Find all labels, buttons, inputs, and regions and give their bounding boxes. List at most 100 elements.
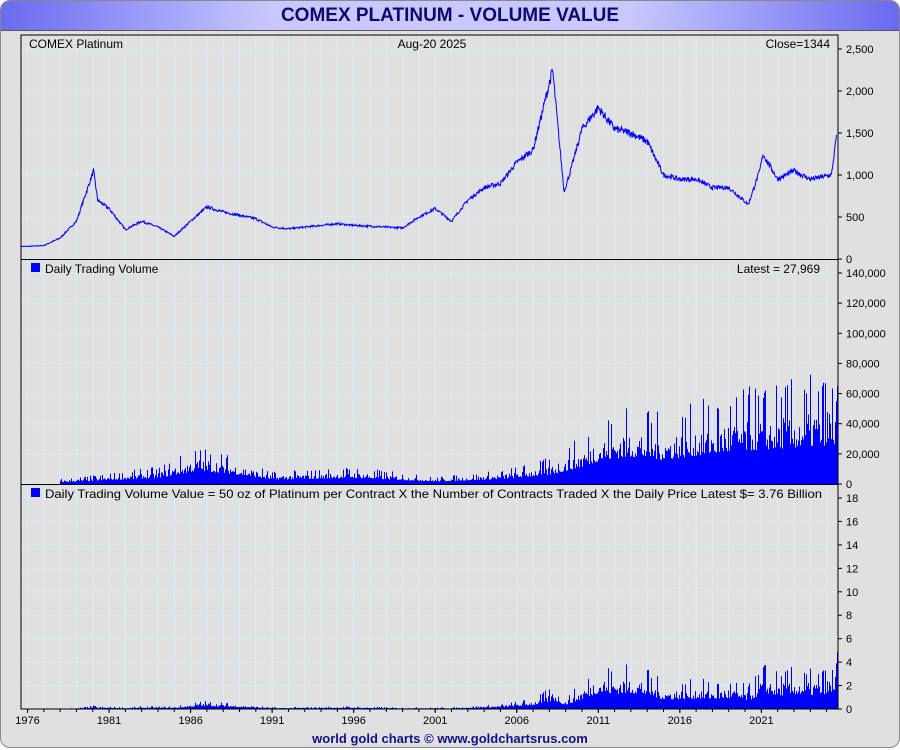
volume-bar bbox=[95, 476, 96, 484]
volume-bar bbox=[71, 478, 72, 484]
volume-value-bar bbox=[820, 693, 821, 709]
volume-bar bbox=[628, 447, 629, 484]
volume-value-bar bbox=[653, 695, 654, 709]
volume-bar bbox=[125, 478, 126, 484]
volume-value-bar bbox=[581, 694, 582, 709]
volume-value-bar bbox=[610, 693, 611, 709]
volume-bar bbox=[224, 472, 225, 484]
volume-value-bar bbox=[196, 705, 197, 709]
volume-value-bar bbox=[592, 695, 593, 709]
volume-bar bbox=[710, 451, 711, 484]
volume-bar bbox=[530, 476, 531, 484]
volume-bar bbox=[795, 447, 796, 484]
volume-bar bbox=[801, 440, 802, 484]
volume-bar bbox=[378, 477, 379, 484]
volume-bar bbox=[717, 407, 718, 484]
volume-bar bbox=[556, 472, 557, 484]
volume-bar bbox=[599, 453, 600, 484]
volume-bar bbox=[440, 480, 441, 484]
volume-bar bbox=[346, 468, 347, 484]
volume-value-bar bbox=[514, 704, 515, 709]
volume-bar bbox=[246, 475, 247, 484]
volume-bar bbox=[451, 479, 452, 484]
volume-bar bbox=[285, 477, 286, 484]
volume-value-bar bbox=[758, 674, 759, 709]
volume-bar bbox=[729, 450, 730, 484]
volume-bar bbox=[173, 471, 174, 484]
volume-bar bbox=[360, 476, 361, 484]
volume-bar bbox=[211, 471, 212, 484]
volume-bar bbox=[707, 433, 708, 484]
volume-bar bbox=[471, 479, 472, 484]
volume-bar bbox=[235, 467, 236, 484]
volume-value-bar bbox=[713, 695, 714, 709]
volume-value-bar bbox=[759, 688, 760, 709]
volume-bar bbox=[503, 476, 504, 484]
volume-bar bbox=[482, 479, 483, 484]
volume-bar bbox=[339, 478, 340, 484]
volume-bar bbox=[684, 457, 685, 484]
volume-value-bar bbox=[657, 676, 658, 709]
volume-bar bbox=[539, 470, 540, 484]
volume-value-bar bbox=[648, 669, 649, 709]
volume-bar bbox=[718, 408, 719, 484]
volume-bar bbox=[658, 445, 659, 484]
volume-value-bar bbox=[740, 697, 741, 709]
volume-value-bar bbox=[733, 692, 734, 709]
volume-bar bbox=[776, 385, 777, 484]
volume-bar bbox=[396, 476, 397, 484]
volume-bar bbox=[348, 474, 349, 484]
volume-value-bar bbox=[575, 701, 576, 709]
volume-bar bbox=[371, 478, 372, 484]
volume-bar bbox=[384, 472, 385, 484]
volume-value-bar bbox=[729, 698, 730, 709]
price-panel-title: COMEX Platinum bbox=[29, 37, 123, 51]
volume-bar bbox=[790, 443, 791, 484]
volume-bar bbox=[402, 474, 403, 484]
volume-bar bbox=[229, 473, 230, 484]
volume-bar bbox=[780, 447, 781, 484]
volume-bar bbox=[749, 386, 750, 484]
volume-bar bbox=[426, 480, 427, 484]
volume-bar bbox=[134, 469, 135, 484]
volume-bar bbox=[508, 477, 509, 484]
volume-value-bar bbox=[582, 698, 583, 709]
volume-value-bar bbox=[669, 695, 670, 709]
y-tick-label: 20,000 bbox=[846, 449, 880, 461]
volume-value-bar bbox=[743, 683, 744, 709]
volume-value-bar bbox=[752, 695, 753, 709]
volume-bar bbox=[612, 448, 613, 484]
volume-bar bbox=[579, 467, 580, 484]
volume-bar bbox=[740, 442, 741, 484]
volume-value-bar bbox=[221, 702, 222, 709]
volume-bar bbox=[255, 477, 256, 484]
volume-value-bar bbox=[812, 694, 813, 709]
volume-bar bbox=[777, 442, 778, 484]
volume-bar bbox=[798, 440, 799, 484]
volume-bar bbox=[293, 478, 294, 484]
volume-bar bbox=[160, 477, 161, 484]
volume-bar bbox=[416, 474, 417, 484]
volume-bar bbox=[495, 478, 496, 484]
volume-bar bbox=[408, 477, 409, 484]
volume-bar bbox=[251, 470, 252, 484]
volume-bar bbox=[742, 442, 743, 484]
volume-value-bar bbox=[208, 703, 209, 709]
volume-bar bbox=[550, 474, 551, 484]
volume-bar bbox=[110, 473, 111, 484]
volume-bar bbox=[762, 431, 763, 484]
volume-bar bbox=[154, 478, 155, 484]
volume-bar bbox=[315, 470, 316, 484]
volume-bar bbox=[592, 463, 593, 484]
volume-bar bbox=[369, 476, 370, 484]
volume-bar bbox=[227, 455, 228, 484]
volume-bar bbox=[137, 477, 138, 484]
volume-bar bbox=[494, 477, 495, 484]
volume-value-bar bbox=[624, 683, 625, 709]
volume-value-bar bbox=[550, 701, 551, 709]
volume-bar bbox=[587, 460, 588, 484]
volume-bar bbox=[83, 479, 84, 484]
volume-value-bar bbox=[634, 693, 635, 709]
volume-bar bbox=[274, 471, 275, 484]
volume-bar bbox=[189, 467, 190, 484]
